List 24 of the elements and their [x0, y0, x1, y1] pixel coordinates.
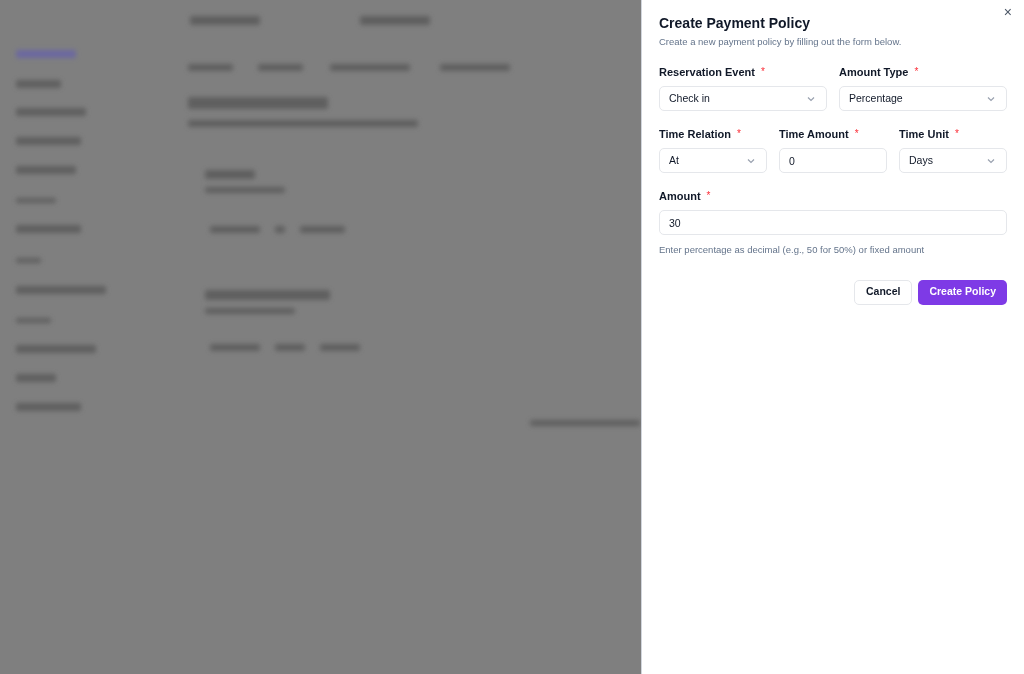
select-field[interactable]: Days	[899, 148, 1007, 174]
field-hint: Enter percentage as decimal (e.g., 50 for 50%) or fixed amount	[659, 243, 926, 258]
input-field[interactable]: 30	[659, 210, 1007, 236]
required-mark: *	[736, 127, 741, 142]
field-label: Time Amount	[779, 126, 849, 142]
input-field[interactable]: 0	[779, 148, 887, 174]
create-button[interactable]: Create Policy	[918, 279, 1007, 305]
select-field[interactable]: At	[659, 148, 767, 174]
field-label: Reservation Event	[659, 64, 755, 80]
field-label: Amount	[659, 188, 701, 204]
select-field[interactable]: Check in	[659, 86, 827, 112]
required-mark: *	[914, 65, 919, 80]
field-label: Amount Type	[839, 64, 909, 80]
field-label: Time Unit	[899, 126, 949, 142]
required-mark: *	[706, 189, 711, 204]
required-mark: *	[954, 127, 959, 142]
field-label: Time Relation	[659, 126, 731, 142]
select-field[interactable]: Percentage	[839, 86, 1007, 112]
required-mark: *	[761, 65, 765, 80]
required-mark: *	[854, 127, 859, 142]
dialog-description: Create a new payment policy by filling out the form below.	[659, 35, 903, 49]
close-button[interactable]: ×	[1003, 5, 1012, 19]
cancel-button[interactable]: Cancel	[854, 279, 913, 305]
dialog-title: Create Payment Policy	[659, 14, 811, 32]
